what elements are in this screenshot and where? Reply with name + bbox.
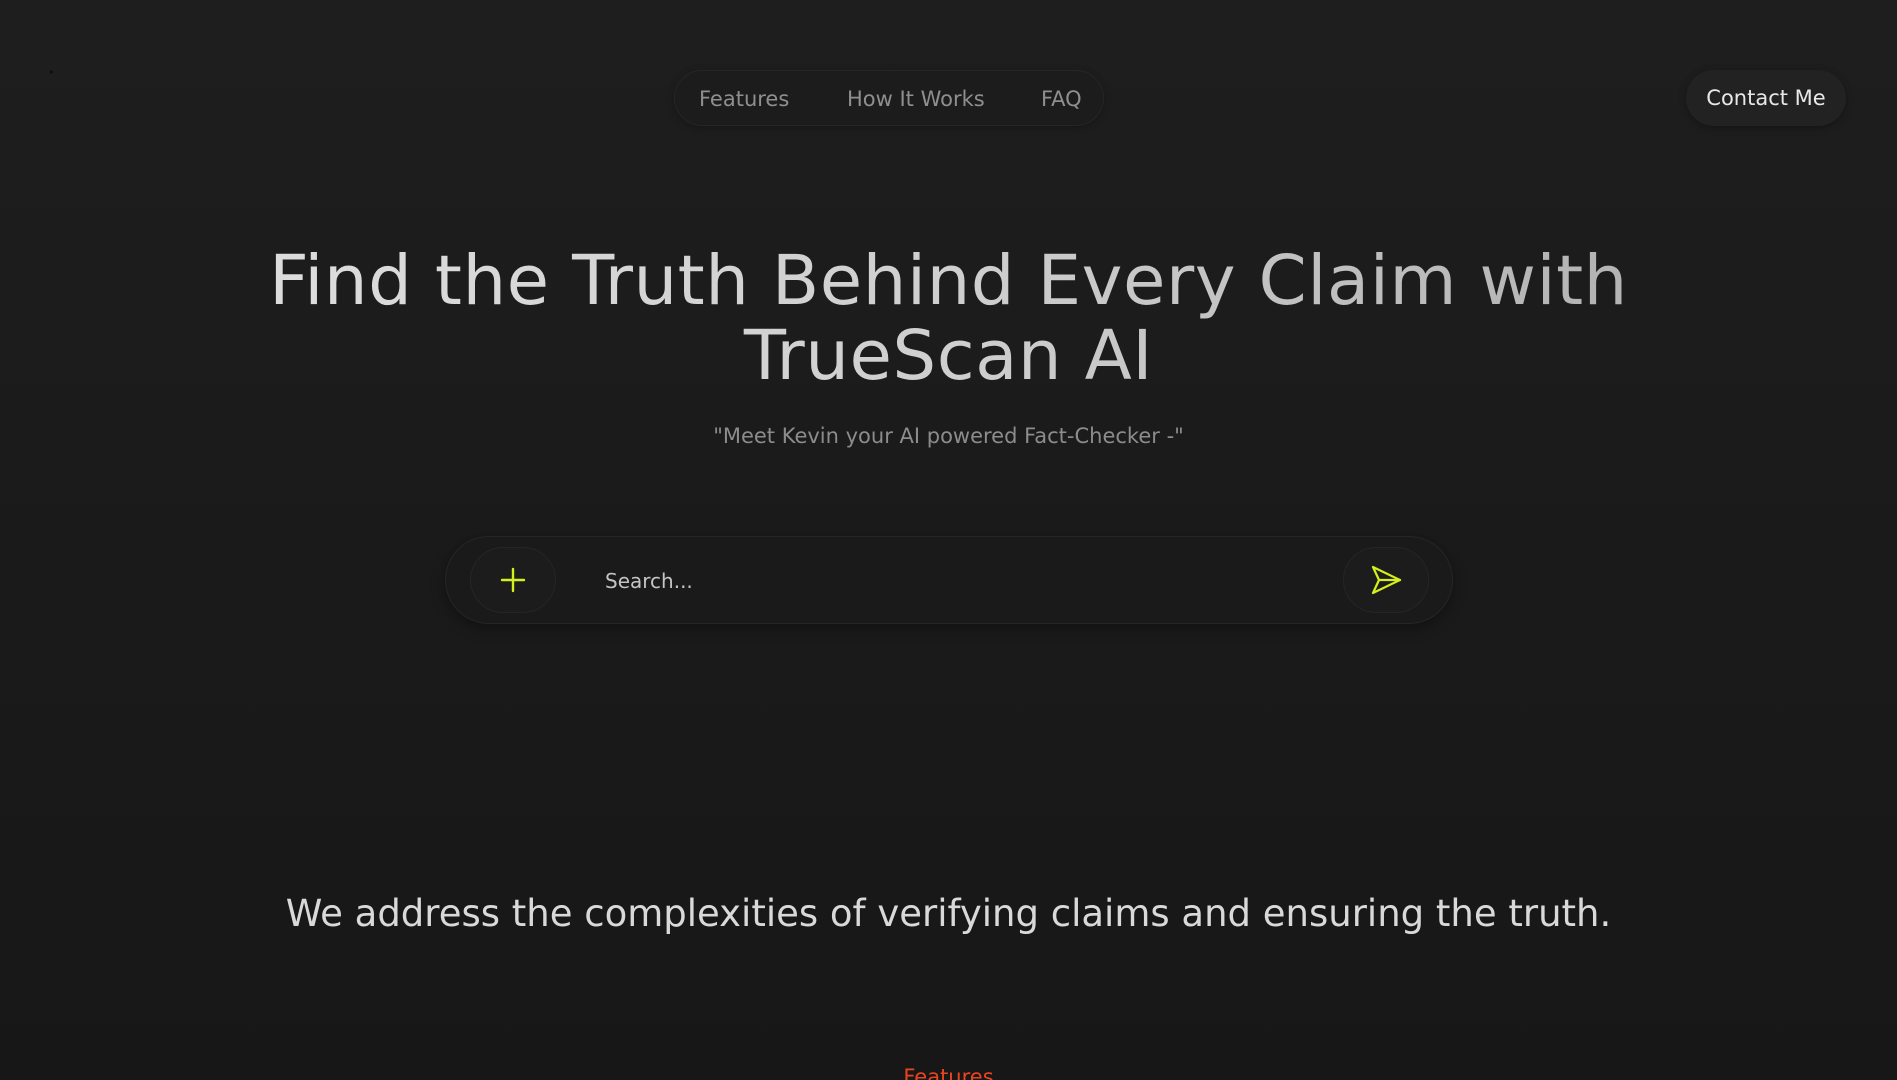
main-nav: Features How It Works FAQ [674, 70, 1104, 126]
corner-mark: • [48, 66, 55, 79]
landing-page: • Features How It Works FAQ Contact Me F… [0, 0, 1897, 1080]
hero-title: Find the Truth Behind Every Claim with T… [0, 244, 1897, 394]
send-button[interactable] [1343, 547, 1429, 613]
hero-title-line-2: TrueScan AI [743, 316, 1154, 396]
search-bar [445, 536, 1453, 624]
features-section-label: Features [903, 1065, 994, 1080]
nav-link-features[interactable]: Features [699, 71, 789, 127]
search-input[interactable] [603, 559, 1247, 603]
nav-link-faq[interactable]: FAQ [1041, 71, 1082, 127]
plus-icon [500, 567, 526, 593]
nav-link-how-it-works[interactable]: How It Works [847, 71, 985, 127]
add-button[interactable] [470, 547, 556, 613]
hero-title-line-1: Find the Truth Behind Every Claim with [269, 241, 1628, 321]
hero-subtitle: "Meet Kevin your AI powered Fact-Checker… [713, 424, 1184, 448]
send-icon [1371, 565, 1402, 595]
contact-button[interactable]: Contact Me [1686, 70, 1846, 126]
tagline: We address the complexities of verifying… [285, 892, 1612, 935]
